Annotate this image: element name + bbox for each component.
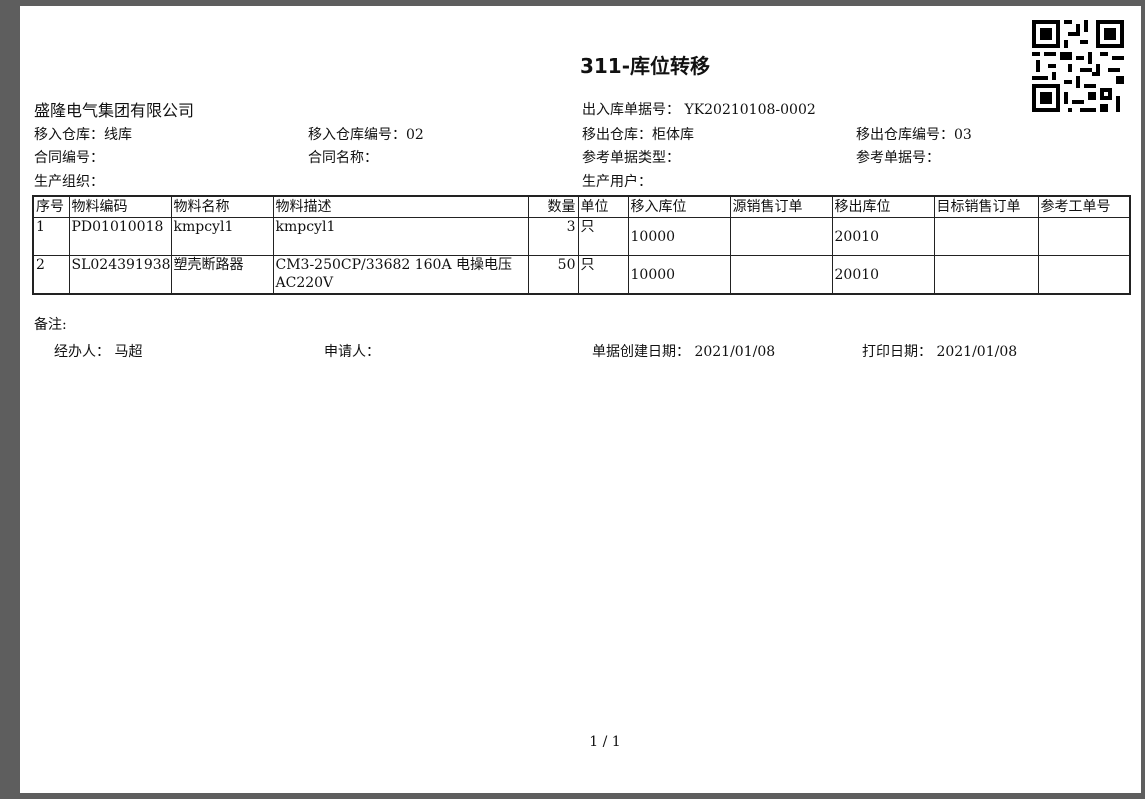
print-page: 311-库位转移 盛隆电气集团有限公司 出入库单据号： YK20210108-0… <box>20 6 1141 793</box>
contract-number: 合同编号： <box>34 150 104 166</box>
header-source-order: 源销售订单 <box>729 195 833 218</box>
cell-in-location: 10000 <box>627 217 731 256</box>
out-warehouse: 移出仓库：柜体库 <box>582 127 694 143</box>
cell-out-location: 20010 <box>831 217 935 256</box>
cell-seq: 1 <box>32 217 70 256</box>
production-org: 生产组织： <box>34 174 104 190</box>
production-user: 生产用户： <box>582 174 652 190</box>
in-warehouse-number: 移入仓库编号：02 <box>308 127 424 143</box>
header-material-name: 物料名称 <box>170 195 274 218</box>
contract-name: 合同名称： <box>308 150 378 166</box>
created-date: 单据创建日期： 2021/01/08 <box>592 344 776 360</box>
qr-code <box>1032 20 1124 112</box>
document-number: 出入库单据号： YK20210108-0002 <box>582 102 816 118</box>
applicant: 申请人： <box>324 344 380 360</box>
in-warehouse: 移入仓库：线库 <box>34 127 132 143</box>
cell-quantity: 50 <box>527 255 579 295</box>
header-material-code: 物料编码 <box>68 195 172 218</box>
header-in-location: 移入库位 <box>627 195 731 218</box>
header-material-desc: 物料描述 <box>272 195 529 218</box>
header-work-order: 参考工单号 <box>1037 195 1131 218</box>
cell-material-name: 塑壳断路器 <box>170 255 274 295</box>
cell-seq: 2 <box>32 255 70 295</box>
print-date: 打印日期： 2021/01/08 <box>862 344 1018 360</box>
items-table: 序号 物料编码 物料名称 物料描述 数量 单位 移入库位 源销售订单 移出库位 … <box>32 195 1131 295</box>
cell-material-code: PD01010018 <box>68 217 172 256</box>
cell-material-code: SL0243919388 <box>68 255 172 295</box>
cell-unit: 只 <box>577 255 629 295</box>
header-unit: 单位 <box>577 195 629 218</box>
cell-target-order <box>933 217 1039 256</box>
reference-type: 参考单据类型： <box>582 150 680 166</box>
cell-work-order <box>1037 217 1131 256</box>
cell-source-order <box>729 255 833 295</box>
document-title: 311-库位转移 <box>579 54 711 78</box>
table-header-row: 序号 物料编码 物料名称 物料描述 数量 单位 移入库位 源销售订单 移出库位 … <box>32 195 1131 218</box>
reference-number: 参考单据号： <box>856 150 940 166</box>
handler: 经办人： 马超 <box>54 344 143 360</box>
cell-source-order <box>729 217 833 256</box>
company-name: 盛隆电气集团有限公司 <box>34 101 195 120</box>
header-target-order: 目标销售订单 <box>933 195 1039 218</box>
out-warehouse-number: 移出仓库编号：03 <box>856 127 972 143</box>
cell-material-name: kmpcyl1 <box>170 217 274 256</box>
table-row: 1 PD01010018 kmpcyl1 kmpcyl1 3 只 10000 2… <box>32 217 1131 256</box>
cell-material-desc: CM3-250CP/33682 160A 电操电压AC220V <box>272 255 529 295</box>
cell-material-desc: kmpcyl1 <box>272 217 529 256</box>
table-row: 2 SL0243919388 塑壳断路器 CM3-250CP/33682 160… <box>32 255 1131 295</box>
cell-out-location: 20010 <box>831 255 935 295</box>
page-number: 1 / 1 <box>589 734 621 750</box>
cell-quantity: 3 <box>527 217 579 256</box>
header-quantity: 数量 <box>527 195 579 218</box>
header-out-location: 移出库位 <box>831 195 935 218</box>
cell-unit: 只 <box>577 217 629 256</box>
header-seq: 序号 <box>32 195 70 218</box>
cell-target-order <box>933 255 1039 295</box>
cell-in-location: 10000 <box>627 255 731 295</box>
cell-work-order <box>1037 255 1131 295</box>
remark-label: 备注: <box>34 317 67 333</box>
